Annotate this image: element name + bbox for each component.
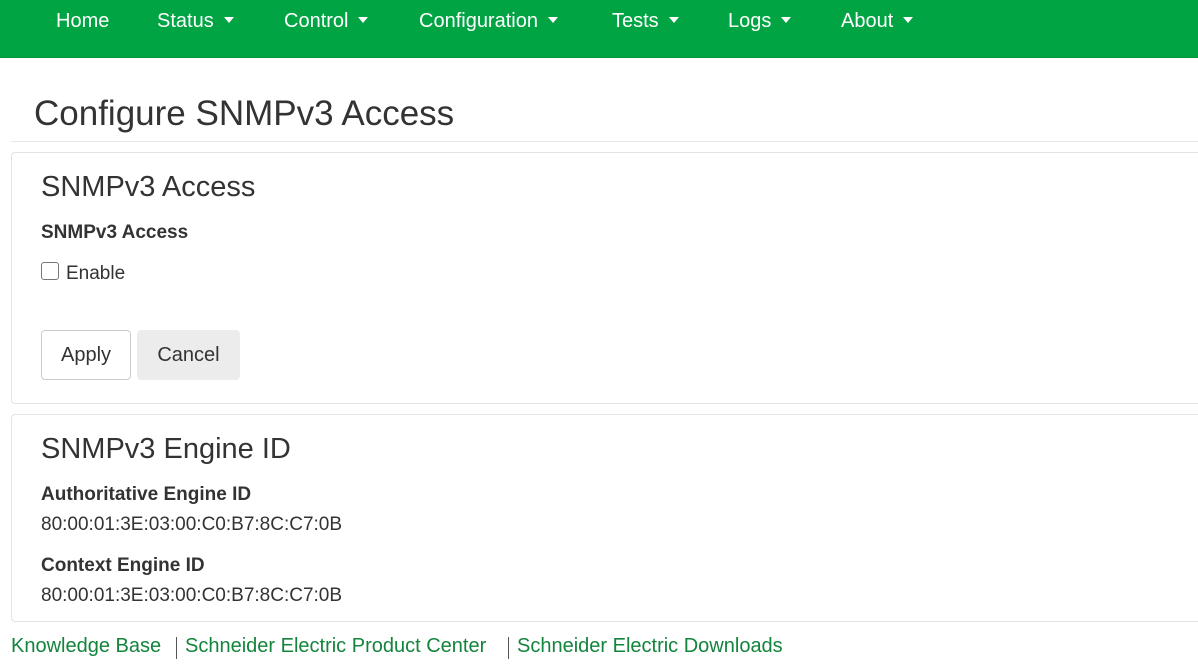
footer-divider <box>508 637 509 659</box>
caret-down-icon <box>668 16 679 23</box>
nav-item-configuration[interactable]: Configuration <box>419 0 558 42</box>
panel-heading: SNMPv3 Access <box>41 171 256 203</box>
footer-link-knowledge-base[interactable]: Knowledge Base <box>11 635 161 658</box>
footer-link-downloads[interactable]: Schneider Electric Downloads <box>517 635 783 658</box>
nav-item-label: Home <box>56 10 110 32</box>
nav-item-status[interactable]: Status <box>157 0 234 42</box>
nav-item-label: About <box>841 10 894 32</box>
cancel-button[interactable]: Cancel <box>137 330 240 380</box>
nav-item-label: Status <box>157 10 214 32</box>
nav-item-about[interactable]: About <box>841 0 914 42</box>
footer-divider <box>176 637 177 659</box>
caret-down-icon <box>903 16 914 23</box>
top-navbar: Home Status Control Configuration Tests … <box>0 0 1198 58</box>
footer-link-product-center[interactable]: Schneider Electric Product Center <box>185 635 486 658</box>
nav-item-label: Configuration <box>419 10 538 32</box>
panel-heading: SNMPv3 Engine ID <box>41 433 291 465</box>
caret-down-icon <box>358 16 369 23</box>
nav-item-control[interactable]: Control <box>284 0 369 42</box>
snmpv3-access-panel: SNMPv3 Access SNMPv3 Access Enable Apply… <box>11 152 1198 404</box>
page-header: Configure SNMPv3 Access <box>11 90 1198 142</box>
page-title: Configure SNMPv3 Access <box>34 94 455 133</box>
enable-checkbox-label[interactable]: Enable <box>66 263 125 285</box>
nav-item-label: Logs <box>728 10 772 32</box>
context-engine-id-value: 80:00:01:3E:03:00:C0:B7:8C:C7:0B <box>41 585 343 606</box>
snmpv3-engine-id-panel: SNMPv3 Engine ID Authoritative Engine ID… <box>11 414 1198 622</box>
snmpv3-access-label: SNMPv3 Access <box>41 222 189 243</box>
context-engine-id-label: Context Engine ID <box>41 555 205 576</box>
nav-item-label: Tests <box>612 10 659 32</box>
caret-down-icon <box>223 16 234 23</box>
enable-checkbox[interactable] <box>41 262 59 280</box>
caret-down-icon <box>547 16 558 23</box>
caret-down-icon <box>781 16 792 23</box>
nav-item-logs[interactable]: Logs <box>728 0 792 42</box>
nav-item-tests[interactable]: Tests <box>612 0 679 42</box>
authoritative-engine-id-value: 80:00:01:3E:03:00:C0:B7:8C:C7:0B <box>41 514 343 535</box>
nav-item-home[interactable]: Home <box>56 0 109 42</box>
authoritative-engine-id-label: Authoritative Engine ID <box>41 484 252 505</box>
nav-item-label: Control <box>284 10 349 32</box>
apply-button[interactable]: Apply <box>41 330 131 380</box>
